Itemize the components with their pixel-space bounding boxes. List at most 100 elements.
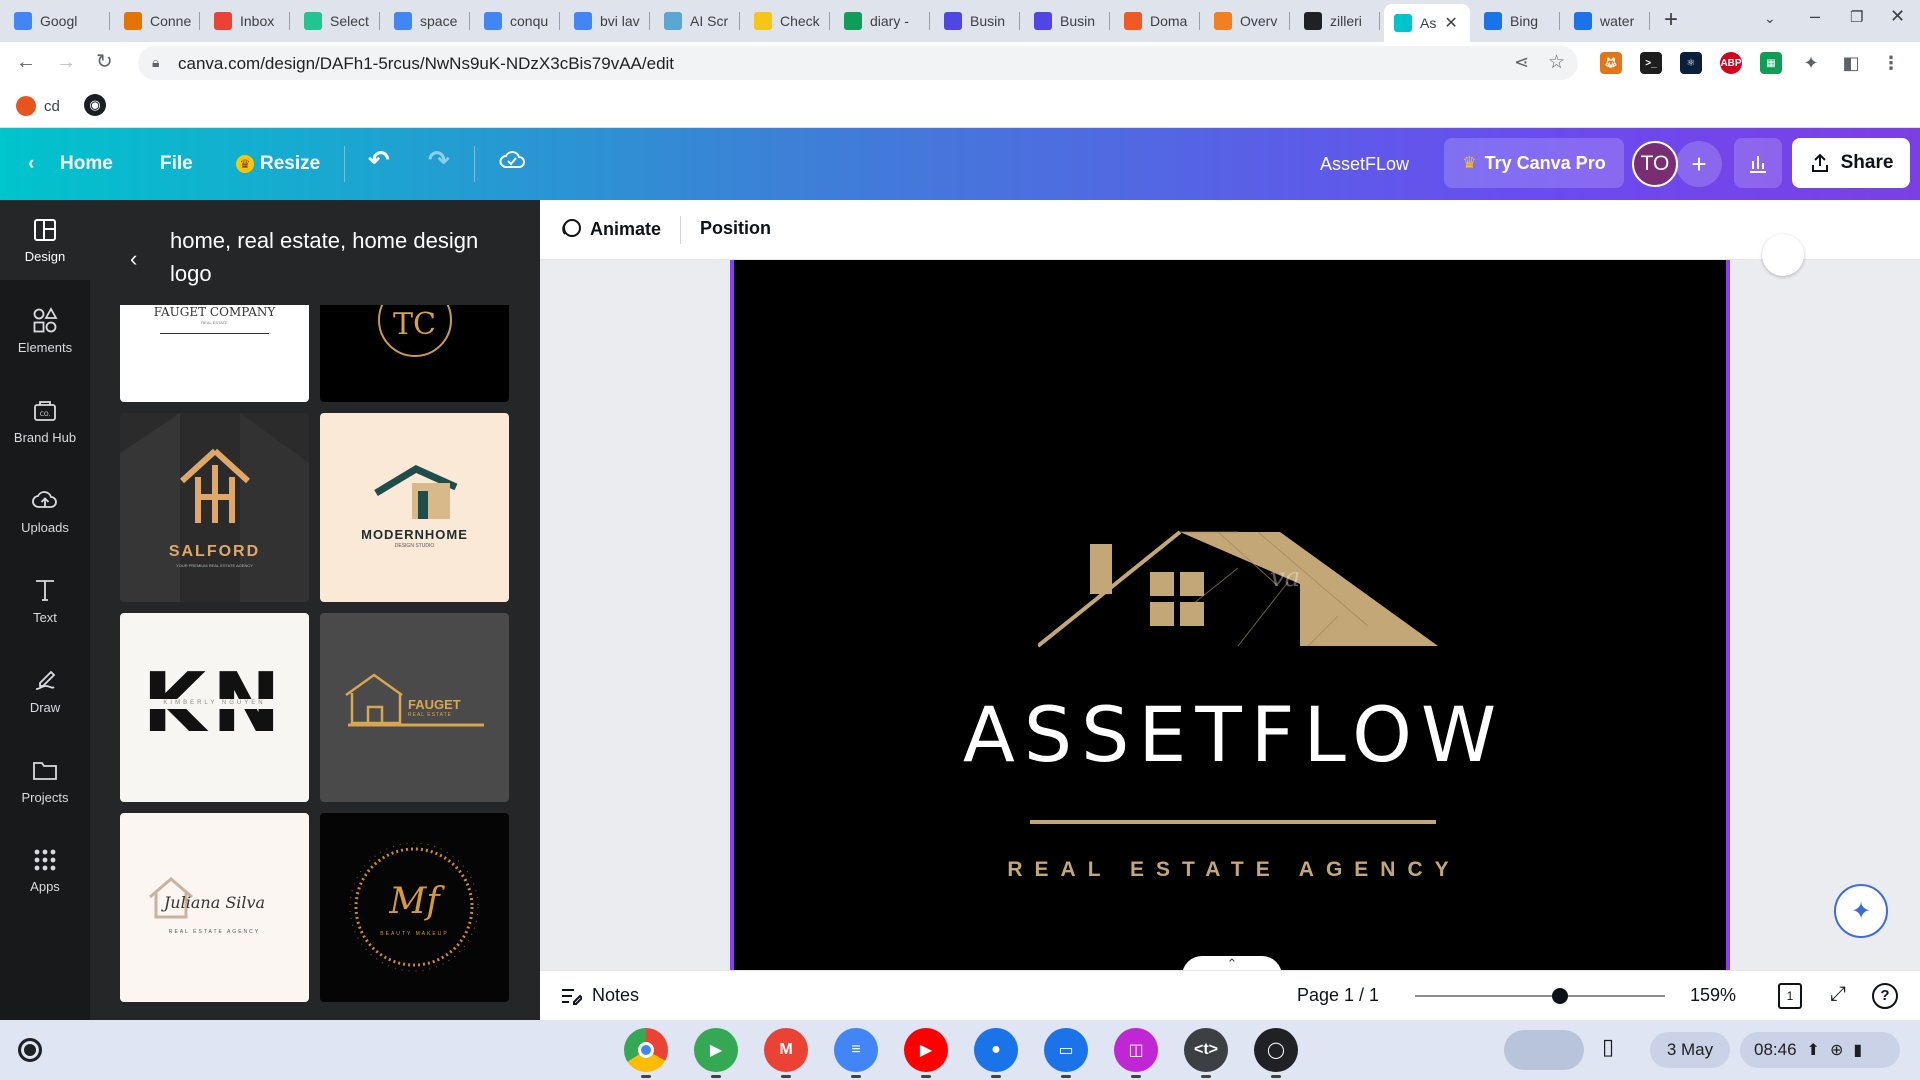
browser-menu-icon[interactable]: ⋮ bbox=[1880, 52, 1902, 74]
undo-icon[interactable]: ↶ bbox=[368, 146, 390, 174]
browser-tab[interactable]: conqu bbox=[474, 6, 560, 36]
cloud-saved-icon[interactable] bbox=[498, 146, 526, 183]
browser-tab[interactable]: Busin bbox=[1024, 6, 1110, 36]
help-icon[interactable]: ? bbox=[1872, 983, 1898, 1009]
close-window-icon[interactable]: ✕ bbox=[1890, 6, 1905, 27]
insights-chart-icon[interactable] bbox=[1734, 138, 1782, 188]
shelf-app-camera[interactable]: ◯ bbox=[1254, 1028, 1298, 1078]
template-salford[interactable]: SALFORD YOUR PREMIUM REAL ESTATE AGENCY bbox=[120, 413, 309, 602]
back-arrow-icon[interactable]: ← bbox=[16, 52, 36, 72]
browser-tab[interactable]: Googl bbox=[4, 6, 110, 36]
tote-holding-space-icon[interactable] bbox=[1504, 1030, 1584, 1070]
template-tc-monogram[interactable]: TC bbox=[320, 305, 509, 402]
side-panel-icon[interactable]: ◧ bbox=[1840, 52, 1862, 74]
redo-icon[interactable]: ↷ bbox=[428, 146, 450, 174]
restore-window-icon[interactable]: ❐ bbox=[1850, 8, 1863, 26]
animate-button[interactable]: Animate bbox=[560, 218, 661, 240]
address-bar[interactable]: 🔒︎ canva.com/design/DAFh1-5rcus/NwNs9uK-… bbox=[138, 46, 1578, 80]
design-page[interactable]: va ASSETFLOW REAL ESTATE AGENCY bbox=[730, 260, 1730, 970]
reload-icon[interactable]: ↻ bbox=[96, 52, 113, 72]
browser-tab[interactable]: space bbox=[384, 6, 470, 36]
browser-tab[interactable]: Bing bbox=[1474, 6, 1560, 36]
browser-tab[interactable]: Conne bbox=[114, 6, 200, 36]
browser-tab[interactable]: Doma bbox=[1114, 6, 1200, 36]
gold-divider-line[interactable] bbox=[1030, 820, 1436, 824]
launcher-icon[interactable] bbox=[18, 1038, 42, 1062]
browser-tab[interactable]: Overv bbox=[1204, 6, 1290, 36]
template-modernhome[interactable]: MODERNHOME DESIGN STUDIO bbox=[320, 413, 509, 602]
rail-item-text[interactable]: Text bbox=[0, 560, 90, 640]
browser-tab[interactable]: diary - bbox=[834, 6, 930, 36]
document-title[interactable]: AssetFLow bbox=[1320, 150, 1409, 178]
date-indicator[interactable]: 3 May bbox=[1650, 1032, 1730, 1068]
shelf-app-messages[interactable]: ● bbox=[974, 1028, 1018, 1078]
tab-search-icon[interactable]: ⌄ bbox=[1764, 10, 1776, 27]
page-indicator[interactable]: Page 1 / 1 bbox=[1297, 985, 1379, 1006]
notes-button[interactable]: Notes bbox=[560, 985, 639, 1006]
page-grid-icon[interactable]: 1 bbox=[1778, 983, 1802, 1009]
template-mf-monogram[interactable]: Mf BEAUTY MAKEUP bbox=[320, 813, 509, 1002]
brand-tagline[interactable]: REAL ESTATE AGENCY bbox=[734, 858, 1734, 882]
shelf-app-terminal[interactable]: <t> bbox=[1184, 1028, 1228, 1078]
magic-assistant-sparkle-icon[interactable]: ✦ bbox=[1834, 884, 1888, 938]
react-devtools-icon[interactable]: ⚛ bbox=[1680, 52, 1702, 74]
browser-tab[interactable]: Busin bbox=[934, 6, 1020, 36]
shelf-app-files[interactable]: ▭ bbox=[1044, 1028, 1088, 1078]
share-page-icon[interactable]: ⋖ bbox=[1514, 52, 1529, 73]
zoom-level[interactable]: 159% bbox=[1690, 985, 1736, 1006]
bookmark-star-icon[interactable]: ☆ bbox=[1548, 51, 1565, 74]
invite-plus-button[interactable]: + bbox=[1676, 141, 1722, 187]
forward-arrow-icon[interactable]: → bbox=[56, 52, 76, 72]
rail-item-projects[interactable]: Projects bbox=[0, 740, 90, 820]
brand-wordmark[interactable]: ASSETFLOW bbox=[734, 690, 1734, 779]
share-button[interactable]: Share bbox=[1792, 138, 1910, 188]
position-button[interactable]: Position bbox=[700, 218, 771, 239]
template-kn-monogram[interactable]: KN KIMBERLY NGUYEN bbox=[120, 613, 309, 802]
browser-tab[interactable]: Inbox bbox=[204, 6, 290, 36]
browser-tab[interactable]: AI Scr bbox=[654, 6, 740, 36]
system-tray[interactable]: 08:46 ⬆ ⊕ ▮ bbox=[1740, 1032, 1900, 1068]
extensions-puzzle-icon[interactable]: ✦ bbox=[1800, 52, 1822, 74]
shelf-app-gmail[interactable]: M bbox=[764, 1028, 808, 1078]
new-tab-icon[interactable]: + bbox=[1664, 6, 1678, 34]
template-juliana-silva[interactable]: Juliana Silva REAL ESTATE AGENCY bbox=[120, 813, 309, 1002]
template-fauget-realestate[interactable]: FAUGET REAL ESTATE bbox=[320, 613, 509, 802]
browser-tab[interactable]: bvi lav bbox=[564, 6, 650, 36]
try-canva-pro-button[interactable]: ♛ Try Canva Pro bbox=[1444, 138, 1624, 188]
back-chevron-icon[interactable]: ‹ bbox=[28, 150, 34, 178]
browser-tab[interactable]: As ✕ bbox=[1384, 4, 1470, 42]
sheets-extension-icon[interactable]: ▦ bbox=[1760, 52, 1782, 74]
browser-tab[interactable]: Check bbox=[744, 6, 830, 36]
rail-item-brand-hub[interactable]: CO. Brand Hub bbox=[0, 380, 90, 460]
shelf-app-chrome[interactable] bbox=[624, 1028, 668, 1078]
zoom-slider-track[interactable] bbox=[1415, 995, 1665, 997]
terminal-extension-icon[interactable]: >_ bbox=[1640, 52, 1662, 74]
bookmark-cd[interactable]: cd bbox=[16, 96, 60, 116]
shelf-app-docs[interactable]: ≡ bbox=[834, 1028, 878, 1078]
close-tab-icon[interactable]: ✕ bbox=[1444, 13, 1457, 33]
browser-tab[interactable]: Select bbox=[294, 6, 380, 36]
house-roof-logo-icon[interactable]: va bbox=[1038, 528, 1438, 648]
shelf-app-canva[interactable]: ◫ bbox=[1114, 1028, 1158, 1078]
template-faugetcompany[interactable]: FAUGET COMPANY REAL ESTATE bbox=[120, 305, 309, 402]
shelf-app-youtube[interactable]: ▶ bbox=[904, 1028, 948, 1078]
resize-button[interactable]: ♛ Resize bbox=[236, 150, 320, 178]
file-menu-button[interactable]: File bbox=[160, 150, 193, 178]
rail-item-draw[interactable]: Draw bbox=[0, 650, 90, 730]
browser-tab[interactable]: water bbox=[1564, 6, 1650, 36]
zoom-slider-handle[interactable] bbox=[1552, 988, 1568, 1004]
page-action-button[interactable] bbox=[1762, 234, 1804, 276]
rail-item-apps[interactable]: Apps bbox=[0, 830, 90, 910]
browser-tab[interactable]: zilleri bbox=[1294, 6, 1380, 36]
minimize-window-icon[interactable]: – bbox=[1810, 6, 1820, 27]
adblock-plus-icon[interactable]: ABP bbox=[1720, 52, 1742, 74]
back-chevron-icon[interactable]: ‹ bbox=[130, 246, 137, 272]
rail-item-elements[interactable]: Elements bbox=[0, 290, 90, 370]
metamask-extension-icon[interactable]: 🦊︎ bbox=[1600, 52, 1622, 74]
rail-item-uploads[interactable]: Uploads bbox=[0, 470, 90, 550]
phone-hub-icon[interactable]: ▯ bbox=[1602, 1034, 1614, 1060]
avatar[interactable]: TO bbox=[1632, 141, 1678, 187]
home-button[interactable]: Home bbox=[60, 150, 113, 178]
github-bookmark-icon[interactable]: ◉ bbox=[84, 94, 106, 116]
fullscreen-icon[interactable]: ⤢ bbox=[1830, 983, 1846, 1006]
